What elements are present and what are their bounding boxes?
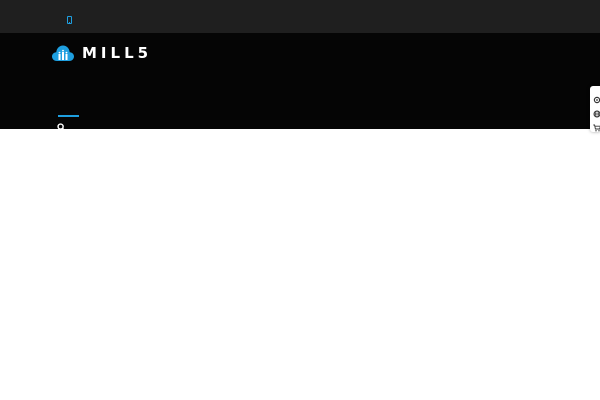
top-bar [0, 0, 600, 33]
cloud-logo-icon [52, 45, 74, 61]
settings-icon[interactable] [593, 91, 600, 104]
site-header: MILL5 [0, 33, 600, 133]
floating-side-panel [590, 86, 600, 132]
cart-icon[interactable] [593, 119, 600, 132]
globe-icon[interactable] [593, 105, 600, 118]
logo-text: MILL5 [82, 44, 153, 62]
site-logo[interactable]: MILL5 [52, 44, 152, 62]
active-nav-indicator [58, 115, 79, 117]
search-icon[interactable] [57, 119, 67, 133]
phone-icon[interactable] [67, 16, 72, 24]
